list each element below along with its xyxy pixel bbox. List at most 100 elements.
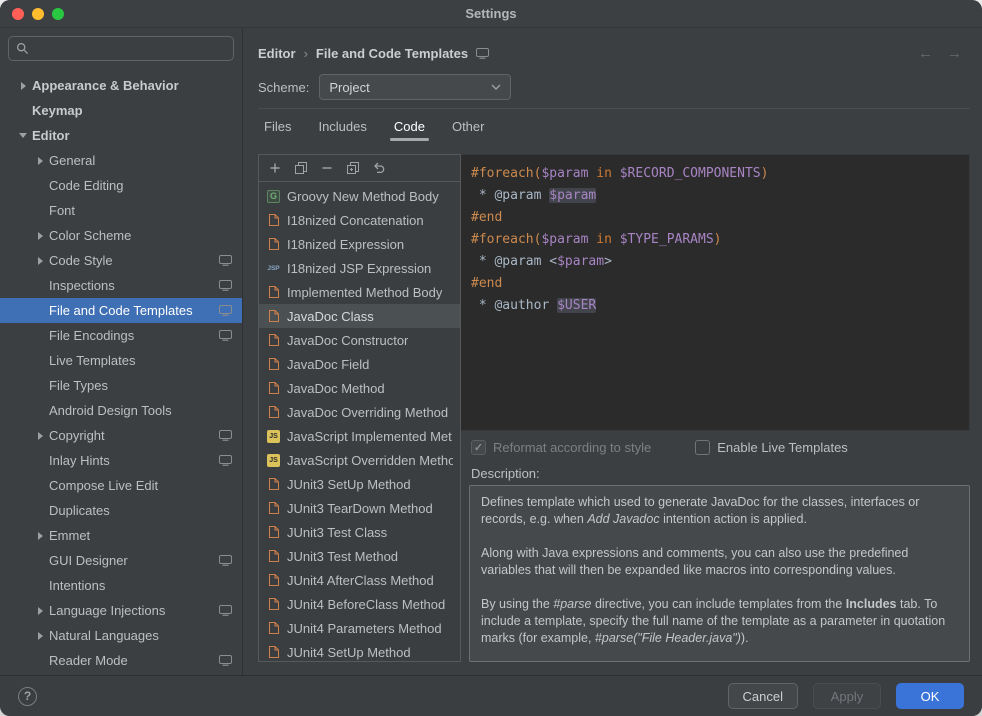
breadcrumb-editor[interactable]: Editor	[258, 46, 296, 61]
template-item-junit3-setup-method[interactable]: JUnit3 SetUp Method	[259, 472, 460, 496]
sidebar-item-duplicates[interactable]: Duplicates	[0, 498, 242, 523]
sidebar-item-reader-mode[interactable]: Reader Mode	[0, 648, 242, 673]
sidebar-item-editor[interactable]: Editor	[0, 123, 242, 148]
chevron-right-icon[interactable]	[31, 232, 49, 240]
template-item-javadoc-method[interactable]: JavaDoc Method	[259, 376, 460, 400]
editor-settings-icon	[219, 455, 232, 466]
chevron-right-icon[interactable]	[31, 157, 49, 165]
template-item-label: JavaDoc Method	[287, 381, 385, 396]
template-item-junit4-beforeclass-method[interactable]: JUnit4 BeforeClass Method	[259, 592, 460, 616]
template-item-i18nized-concatenation[interactable]: I18nized Concatenation	[259, 208, 460, 232]
live-templates-checkbox[interactable]	[695, 440, 710, 455]
chevron-right-icon[interactable]	[31, 532, 49, 540]
template-item-junit4-parameters-method[interactable]: JUnit4 Parameters Method	[259, 616, 460, 640]
help-button[interactable]: ?	[18, 687, 37, 706]
template-item-javascript-overridden-metho[interactable]: JSJavaScript Overridden Metho	[259, 448, 460, 472]
settings-search[interactable]	[8, 36, 234, 61]
template-item-i18nized-expression[interactable]: I18nized Expression	[259, 232, 460, 256]
sidebar-item-font[interactable]: Font	[0, 198, 242, 223]
code-line: * @author $USER	[471, 295, 959, 317]
apply-button[interactable]: Apply	[813, 683, 881, 709]
code-editor[interactable]: #foreach($param in $RECORD_COMPONENTS) *…	[461, 154, 970, 431]
minimize-button[interactable]	[32, 8, 44, 20]
sidebar-item-keymap[interactable]: Keymap	[0, 98, 242, 123]
sidebar-item-inspections[interactable]: Inspections	[0, 273, 242, 298]
template-file-icon	[266, 333, 281, 347]
sidebar-item-android-design-tools[interactable]: Android Design Tools	[0, 398, 242, 423]
template-file-icon	[266, 525, 281, 539]
zoom-button[interactable]	[52, 8, 64, 20]
template-item-javadoc-overriding-method[interactable]: JavaDoc Overriding Method	[259, 400, 460, 424]
reset-icon	[372, 161, 386, 175]
sidebar-item-compose-live-edit[interactable]: Compose Live Edit	[0, 473, 242, 498]
tab-files[interactable]: Files	[262, 113, 293, 141]
template-item-javascript-implemented-met[interactable]: JSJavaScript Implemented Met	[259, 424, 460, 448]
chevron-right-icon[interactable]	[14, 82, 32, 90]
description-paragraph: By using the #parse directive, you can i…	[481, 596, 958, 647]
template-item-javadoc-constructor[interactable]: JavaDoc Constructor	[259, 328, 460, 352]
editor-settings-icon	[219, 555, 232, 566]
code-line: * @param <$param>	[471, 251, 959, 273]
sidebar-item-label: Intentions	[49, 578, 105, 593]
sidebar-item-natural-languages[interactable]: Natural Languages	[0, 623, 242, 648]
cancel-button[interactable]: Cancel	[728, 683, 798, 709]
sidebar-item-general[interactable]: General	[0, 148, 242, 173]
editor-settings-icon	[219, 430, 232, 441]
forward-icon[interactable]: →	[947, 46, 962, 61]
template-item-label: Implemented Method Body	[287, 285, 442, 300]
template-item-junit3-test-method[interactable]: JUnit3 Test Method	[259, 544, 460, 568]
chevron-right-icon[interactable]	[31, 607, 49, 615]
template-item-groovy-new-method-body[interactable]: GGroovy New Method Body	[259, 184, 460, 208]
sidebar-item-inlay-hints[interactable]: Inlay Hints	[0, 448, 242, 473]
template-item-implemented-method-body[interactable]: Implemented Method Body	[259, 280, 460, 304]
code-line: * @param $param	[471, 185, 959, 207]
reset-template-button[interactable]	[367, 157, 391, 179]
template-item-junit4-setup-method[interactable]: JUnit4 SetUp Method	[259, 640, 460, 661]
template-item-javadoc-class[interactable]: JavaDoc Class	[259, 304, 460, 328]
template-item-label: I18nized Expression	[287, 237, 404, 252]
jsp-file-icon: JSP	[266, 261, 281, 275]
template-item-junit3-teardown-method[interactable]: JUnit3 TearDown Method	[259, 496, 460, 520]
main-area: GGroovy New Method BodyI18nized Concaten…	[258, 154, 970, 662]
chevron-right-icon[interactable]	[31, 257, 49, 265]
sidebar-item-label: Editor	[32, 128, 70, 143]
chevron-right-icon[interactable]	[31, 432, 49, 440]
copy-template-button[interactable]	[289, 157, 313, 179]
back-icon[interactable]: ←	[918, 46, 933, 61]
reformat-checkbox[interactable]: ✓	[471, 440, 486, 455]
sidebar-item-file-types[interactable]: File Types	[0, 373, 242, 398]
sidebar-item-file-and-code-templates[interactable]: File and Code Templates	[0, 298, 242, 323]
scheme-select[interactable]: Project	[319, 74, 511, 100]
tab-includes[interactable]: Includes	[316, 113, 368, 141]
close-button[interactable]	[12, 8, 24, 20]
description-body[interactable]: Defines template which used to generate …	[469, 485, 970, 662]
tab-other[interactable]: Other	[450, 113, 487, 141]
sidebar-item-gui-designer[interactable]: GUI Designer	[0, 548, 242, 573]
template-item-junit3-test-class[interactable]: JUnit3 Test Class	[259, 520, 460, 544]
sidebar-item-file-encodings[interactable]: File Encodings	[0, 323, 242, 348]
chevron-down-icon[interactable]	[14, 133, 32, 138]
sidebar-item-copyright[interactable]: Copyright	[0, 423, 242, 448]
sidebar-item-intentions[interactable]: Intentions	[0, 573, 242, 598]
sidebar-item-label: Android Design Tools	[49, 403, 172, 418]
search-input[interactable]	[34, 41, 226, 56]
sidebar-item-emmet[interactable]: Emmet	[0, 523, 242, 548]
sidebar-item-code-style[interactable]: Code Style	[0, 248, 242, 273]
sidebar-item-label: Appearance & Behavior	[32, 78, 179, 93]
duplicate-template-button[interactable]	[341, 157, 365, 179]
options-row: ✓ Reformat according to style Enable Liv…	[461, 431, 970, 463]
sidebar-item-color-scheme[interactable]: Color Scheme	[0, 223, 242, 248]
sidebar-item-code-editing[interactable]: Code Editing	[0, 173, 242, 198]
template-item-label: JavaDoc Overriding Method	[287, 405, 448, 420]
template-item-junit4-afterclass-method[interactable]: JUnit4 AfterClass Method	[259, 568, 460, 592]
sidebar-item-live-templates[interactable]: Live Templates	[0, 348, 242, 373]
ok-button[interactable]: OK	[896, 683, 964, 709]
remove-template-button[interactable]	[315, 157, 339, 179]
template-item-i18nized-jsp-expression[interactable]: JSPI18nized JSP Expression	[259, 256, 460, 280]
template-item-javadoc-field[interactable]: JavaDoc Field	[259, 352, 460, 376]
sidebar-item-language-injections[interactable]: Language Injections	[0, 598, 242, 623]
chevron-right-icon[interactable]	[31, 632, 49, 640]
add-template-button[interactable]	[263, 157, 287, 179]
sidebar-item-appearance-behavior[interactable]: Appearance & Behavior	[0, 73, 242, 98]
tab-code[interactable]: Code	[392, 113, 427, 141]
